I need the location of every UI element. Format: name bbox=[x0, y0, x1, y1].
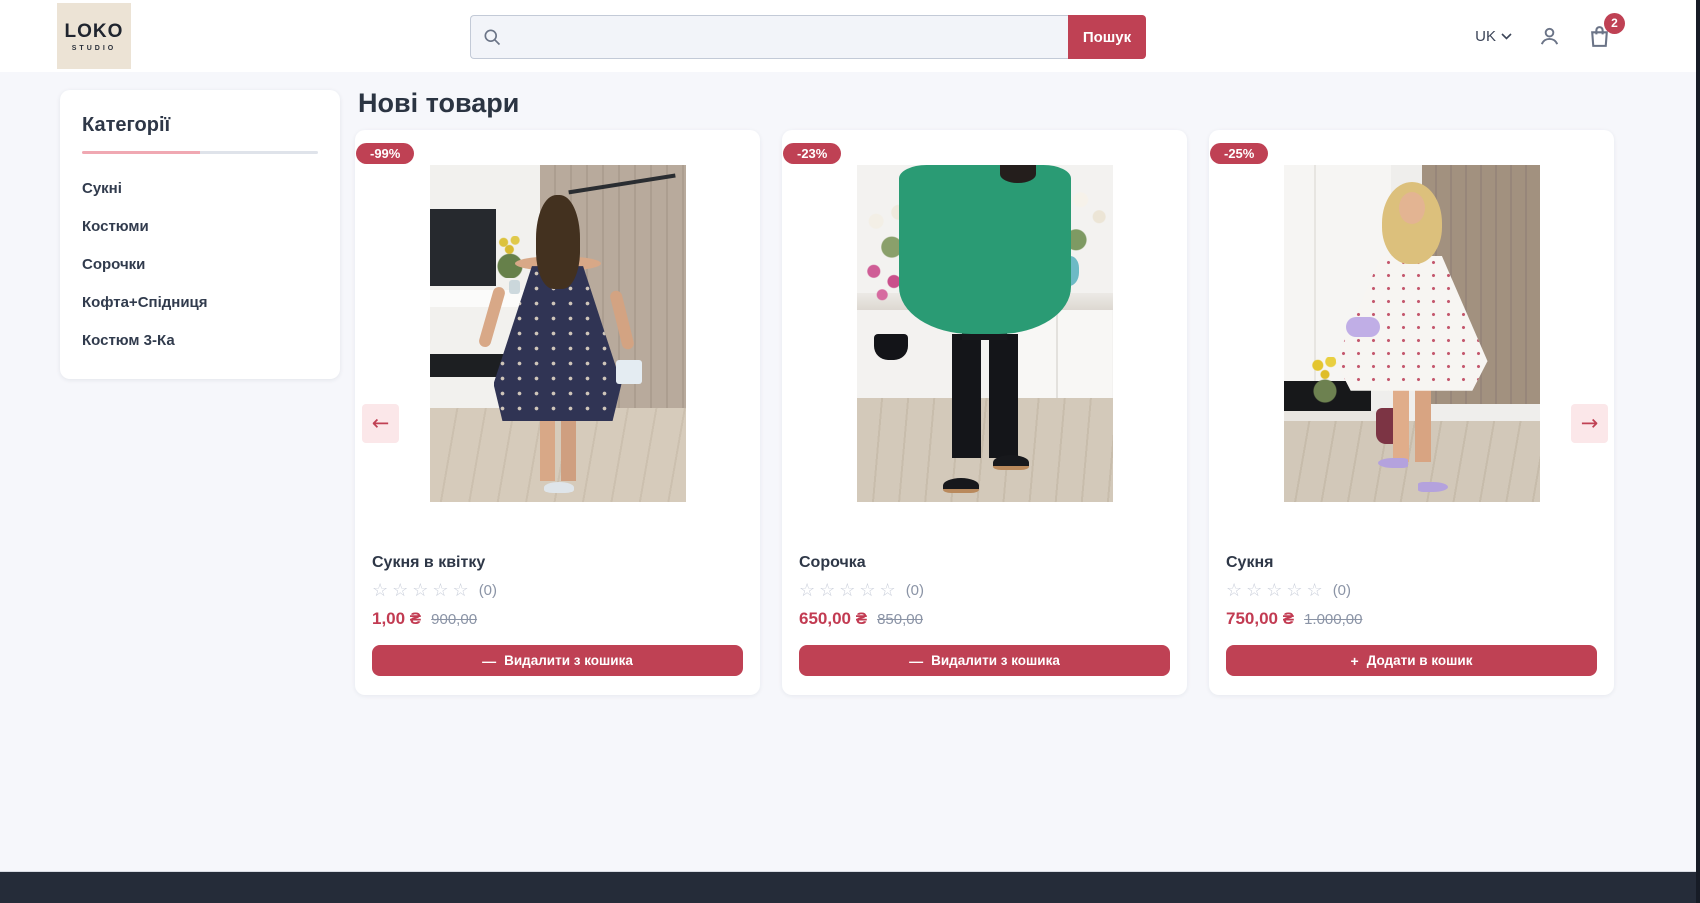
star-icons: ☆☆☆☆☆ bbox=[372, 581, 473, 599]
user-icon bbox=[1538, 25, 1561, 48]
sidebar-item-top-skirt[interactable]: Кофта+Спідниця bbox=[82, 294, 318, 311]
sidebar-item-dresses[interactable]: Сукні bbox=[82, 180, 318, 197]
decor-figure-bag bbox=[616, 360, 642, 384]
remove-from-cart-button[interactable]: — Видалити з кошика bbox=[372, 645, 743, 676]
product-prices: 650,00 ₴ 850,00 bbox=[799, 609, 1170, 629]
product-info: Сукня в квітку ☆☆☆☆☆ (0) 1,00 ₴ 900,00 —… bbox=[355, 554, 760, 676]
header: LOKO STUDIO Пошук UK 2 bbox=[0, 0, 1700, 72]
product-image[interactable] bbox=[1284, 165, 1540, 502]
cart-button-label: Видалити з кошика bbox=[931, 653, 1060, 668]
account-button[interactable] bbox=[1538, 25, 1561, 48]
decor-wall-line bbox=[1314, 165, 1316, 381]
new-products-slider: ← → -99% bbox=[355, 130, 1614, 695]
categories-title: Категорії bbox=[82, 114, 318, 137]
product-title[interactable]: Сукня в квітку bbox=[372, 554, 743, 572]
rating-count: (0) bbox=[906, 582, 924, 599]
decor-figure-legs bbox=[1393, 387, 1431, 461]
product-title[interactable]: Сукня bbox=[1226, 554, 1597, 572]
rating-count: (0) bbox=[479, 582, 497, 599]
discount-badge: -99% bbox=[356, 143, 414, 164]
product-rating: ☆☆☆☆☆ (0) bbox=[799, 581, 1170, 599]
product-card: -25% Сукня ☆☆☆☆☆ bbox=[1209, 130, 1614, 695]
decor-figure-shirt bbox=[899, 165, 1071, 334]
product-cards: -99% Сукня в квітк bbox=[355, 130, 1614, 695]
decor-tv bbox=[430, 209, 497, 287]
decor-figure-shoes bbox=[993, 455, 1029, 470]
cart-button-label: Видалити з кошика bbox=[504, 653, 633, 668]
discount-badge: -23% bbox=[783, 143, 841, 164]
decor-figure-shoes bbox=[1378, 458, 1408, 468]
product-rating: ☆☆☆☆☆ (0) bbox=[372, 581, 743, 599]
star-icons: ☆☆☆☆☆ bbox=[799, 581, 900, 599]
carousel-next-button[interactable]: → bbox=[1571, 404, 1608, 443]
scrollbar-track[interactable] bbox=[1696, 0, 1700, 903]
search-button[interactable]: Пошук bbox=[1068, 15, 1146, 59]
star-icons: ☆☆☆☆☆ bbox=[1226, 581, 1327, 599]
remove-from-cart-button[interactable]: — Видалити з кошика bbox=[799, 645, 1170, 676]
discount-badge: -25% bbox=[1210, 143, 1268, 164]
product-info: Сукня ☆☆☆☆☆ (0) 750,00 ₴ 1.000,00 + Дода… bbox=[1209, 554, 1614, 676]
current-price: 750,00 ₴ bbox=[1226, 609, 1294, 629]
decor-figure-shoes bbox=[943, 478, 979, 493]
sidebar-item-suit-3piece[interactable]: Костюм 3-Ка bbox=[82, 332, 318, 349]
header-actions: UK 2 bbox=[1475, 0, 1612, 72]
minus-icon: — bbox=[909, 653, 923, 669]
decor-fireplace bbox=[430, 354, 507, 378]
product-title[interactable]: Сорочка bbox=[799, 554, 1170, 572]
rating-count: (0) bbox=[1333, 582, 1351, 599]
logo[interactable]: LOKO STUDIO bbox=[57, 3, 131, 69]
product-rating: ☆☆☆☆☆ (0) bbox=[1226, 581, 1597, 599]
cart-button[interactable]: 2 bbox=[1587, 24, 1612, 49]
chevron-down-icon bbox=[1501, 33, 1512, 40]
decor-figure-legs bbox=[952, 334, 1018, 459]
decor-figure-hair bbox=[536, 195, 580, 289]
language-label: UK bbox=[1475, 28, 1496, 45]
decor-figure-bag bbox=[874, 334, 908, 360]
add-to-cart-button[interactable]: + Додати в кошик bbox=[1226, 645, 1597, 676]
categories-panel: Категорії Сукні Костюми Сорочки Кофта+Сп… bbox=[60, 90, 340, 379]
cart-button-label: Додати в кошик bbox=[1367, 653, 1473, 668]
plus-icon: + bbox=[1351, 653, 1359, 669]
product-image[interactable] bbox=[430, 165, 686, 502]
product-image[interactable] bbox=[857, 165, 1113, 502]
sidebar-item-shirts[interactable]: Сорочки bbox=[82, 256, 318, 273]
decor-vase bbox=[509, 280, 520, 294]
search-bar: Пошук bbox=[470, 15, 1146, 59]
decor-figure-bag bbox=[1346, 317, 1380, 337]
category-list: Сукні Костюми Сорочки Кофта+Спідниця Кос… bbox=[82, 180, 318, 349]
product-prices: 750,00 ₴ 1.000,00 bbox=[1226, 609, 1597, 629]
sidebar-item-suits[interactable]: Костюми bbox=[82, 218, 318, 235]
product-prices: 1,00 ₴ 900,00 bbox=[372, 609, 743, 629]
minus-icon: — bbox=[482, 653, 496, 669]
old-price: 900,00 bbox=[431, 611, 477, 628]
page-title: Нові товари bbox=[358, 88, 519, 119]
logo-text: LOKO bbox=[65, 21, 124, 43]
language-selector[interactable]: UK bbox=[1475, 28, 1512, 45]
footer bbox=[0, 871, 1700, 903]
old-price: 850,00 bbox=[877, 611, 923, 628]
current-price: 650,00 ₴ bbox=[799, 609, 867, 629]
carousel-prev-button[interactable]: ← bbox=[362, 404, 399, 443]
product-card: -99% Сукня в квітк bbox=[355, 130, 760, 695]
current-price: 1,00 ₴ bbox=[372, 609, 421, 629]
product-card: -23% Сорочка bbox=[782, 130, 1187, 695]
decor-cabinet-line bbox=[1056, 310, 1058, 404]
decor-figure-face bbox=[1399, 192, 1425, 224]
decor-figure-hair bbox=[1000, 165, 1036, 183]
logo-subtext: STUDIO bbox=[72, 45, 116, 52]
decor-flowers bbox=[494, 236, 526, 278]
cart-count-badge: 2 bbox=[1604, 13, 1625, 34]
decor-figure-shoes bbox=[1418, 482, 1448, 492]
product-info: Сорочка ☆☆☆☆☆ (0) 650,00 ₴ 850,00 — Вида… bbox=[782, 554, 1187, 676]
search-input[interactable] bbox=[470, 15, 1068, 59]
decor-figure-legs bbox=[540, 421, 576, 481]
categories-divider bbox=[82, 151, 318, 154]
decor-figure-shoes bbox=[544, 482, 574, 493]
old-price: 1.000,00 bbox=[1304, 611, 1362, 628]
